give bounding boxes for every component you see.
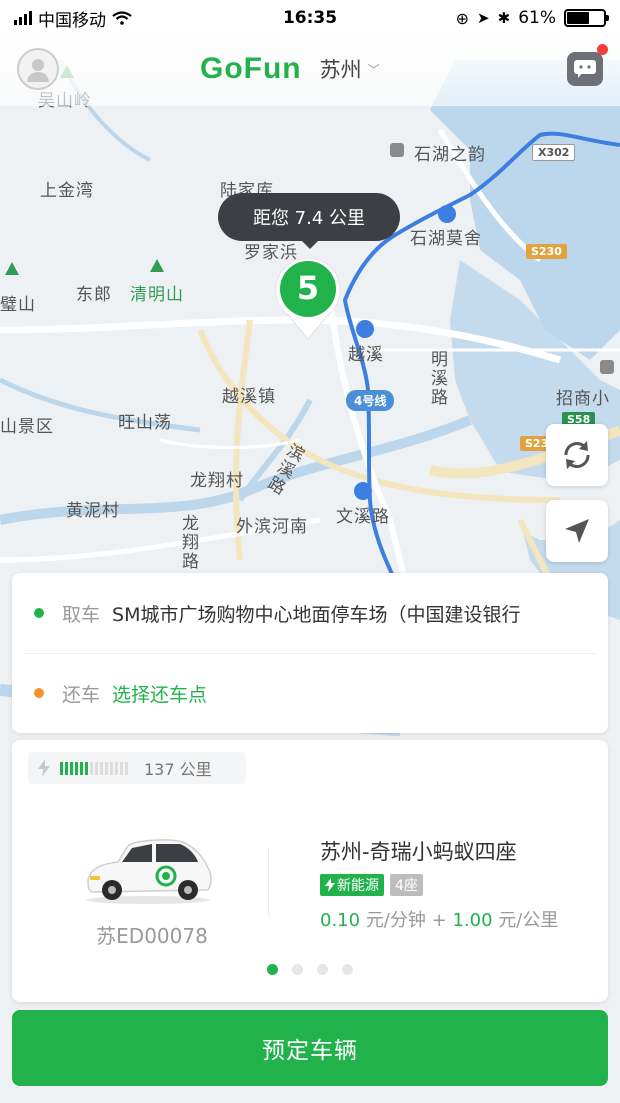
- brand: GoFun 苏州 ﹀: [200, 52, 380, 86]
- gofun-logo: GoFun: [200, 52, 302, 85]
- battery-segment: [105, 761, 108, 775]
- battery-percent: 61%: [518, 8, 556, 28]
- car-badges: 新能源 4座: [320, 874, 423, 896]
- map-label: 石湖莫舍: [410, 229, 482, 249]
- battery-segment: [120, 761, 123, 775]
- divider: [268, 848, 269, 918]
- message-icon: [574, 60, 596, 78]
- map-label: 明溪路: [427, 350, 447, 407]
- app-header: GoFun 苏州 ﹀: [0, 36, 620, 106]
- car-model-name: 苏州-奇瑞小蚂蚁四座: [320, 840, 517, 864]
- map-label: 龙翔路: [178, 514, 198, 571]
- car-image: [86, 839, 212, 904]
- bluetooth-icon: ✱: [497, 9, 511, 27]
- city-selector[interactable]: 苏州: [320, 54, 362, 84]
- car-pager[interactable]: [12, 964, 608, 975]
- map-label: 石湖之韵: [414, 145, 486, 165]
- select-return-point-link[interactable]: 选择还车点: [112, 680, 207, 707]
- map-label: 东郎: [76, 285, 112, 305]
- new-energy-label: 新能源: [337, 878, 379, 894]
- map-label: 文溪路: [336, 507, 390, 527]
- map-label: 越溪: [348, 345, 384, 365]
- price-minute-unit: 元/分钟: [365, 910, 426, 931]
- pager-dot[interactable]: [267, 964, 278, 975]
- locate-arrow-icon: [565, 519, 589, 543]
- car-cluster-pin[interactable]: 5: [272, 255, 344, 341]
- refresh-button[interactable]: [546, 424, 608, 486]
- battery-level-bar: [60, 761, 128, 775]
- car-card[interactable]: 137 公里 苏ED00078 苏州-奇瑞小蚂蚁四座 新能源 4座 0.10 元…: [12, 740, 608, 1002]
- road-shield: S230: [526, 244, 567, 259]
- map-label: 上金湾: [40, 181, 94, 201]
- pickup-dot: [34, 608, 44, 618]
- battery-segment: [110, 761, 113, 775]
- map-label: 山景区: [0, 417, 54, 437]
- location-card: 取车 SM城市广场购物中心地面停车场（中国建设银行 还车 选择还车点: [12, 573, 608, 733]
- location-arrow-icon: ➤: [477, 9, 490, 27]
- price-per-minute: 0.10: [320, 910, 361, 931]
- book-car-button[interactable]: 预定车辆: [12, 1010, 608, 1086]
- battery-segment: [85, 761, 88, 775]
- battery-range-chip: 137 公里: [28, 752, 246, 784]
- user-icon: [27, 59, 49, 82]
- battery-icon: [564, 9, 609, 27]
- distance-bubble: 距您 7.4 公里: [218, 193, 400, 249]
- metro-line-label: 4号线: [346, 390, 395, 411]
- battery-segment: [115, 761, 118, 775]
- signal-icon: [14, 11, 32, 25]
- license-plate: 苏ED00078: [96, 924, 208, 948]
- map-label: 旺山荡: [118, 413, 172, 433]
- lightning-icon: [38, 759, 50, 777]
- price-per-km: 1.00: [452, 910, 493, 931]
- status-bar: 中国移动 16:35 ⊕ ➤ ✱ 61%: [0, 0, 620, 36]
- price-info: 0.10 元/分钟 + 1.00 元/公里: [320, 906, 558, 932]
- seats-badge: 4座: [390, 874, 423, 896]
- battery-segment: [70, 761, 73, 775]
- pager-dot[interactable]: [292, 964, 303, 975]
- map-label: 招商小: [556, 389, 610, 409]
- locate-button[interactable]: [546, 500, 608, 562]
- refresh-icon: [564, 441, 590, 469]
- chevron-down-icon[interactable]: ﹀: [368, 61, 380, 78]
- new-energy-badge: 新能源: [320, 874, 384, 896]
- map-label: 黄泥村: [66, 501, 120, 521]
- battery-segment: [90, 761, 93, 775]
- battery-segment: [125, 761, 128, 775]
- map-label: 龙翔村: [190, 471, 244, 491]
- price-km-unit: 元/公里: [498, 910, 559, 931]
- pin-count: 5: [296, 269, 320, 307]
- notification-dot: [597, 44, 608, 55]
- price-plus: +: [431, 910, 447, 931]
- pickup-location: SM城市广场购物中心地面停车场（中国建设银行: [112, 603, 521, 626]
- map-label: 清明山: [130, 285, 184, 305]
- battery-segment: [65, 761, 68, 775]
- message-button[interactable]: [567, 44, 608, 86]
- pager-dot[interactable]: [342, 964, 353, 975]
- map-label: 外滨河南: [236, 517, 308, 537]
- return-row[interactable]: 还车 选择还车点: [12, 653, 608, 733]
- battery-segment: [95, 761, 98, 775]
- map-label: 越溪镇: [222, 387, 276, 407]
- battery-segment: [80, 761, 83, 775]
- pickup-label: 取车: [62, 603, 101, 626]
- battery-segment: [75, 761, 78, 775]
- return-label: 还车: [62, 683, 101, 706]
- wifi-icon: [112, 11, 132, 25]
- battery-segment: [100, 761, 103, 775]
- carrier-name: 中国移动: [38, 10, 106, 31]
- range-text: 137 公里: [144, 760, 212, 779]
- lightning-icon: [325, 878, 335, 892]
- road-shield: X302: [532, 144, 576, 161]
- map-label: 璧山: [0, 295, 36, 315]
- return-dot: [34, 688, 44, 698]
- orientation-lock-icon: ⊕: [455, 8, 470, 28]
- battery-segment: [60, 761, 63, 775]
- avatar[interactable]: [17, 48, 59, 90]
- pager-dot[interactable]: [317, 964, 328, 975]
- pickup-row[interactable]: 取车 SM城市广场购物中心地面停车场（中国建设银行: [12, 573, 608, 653]
